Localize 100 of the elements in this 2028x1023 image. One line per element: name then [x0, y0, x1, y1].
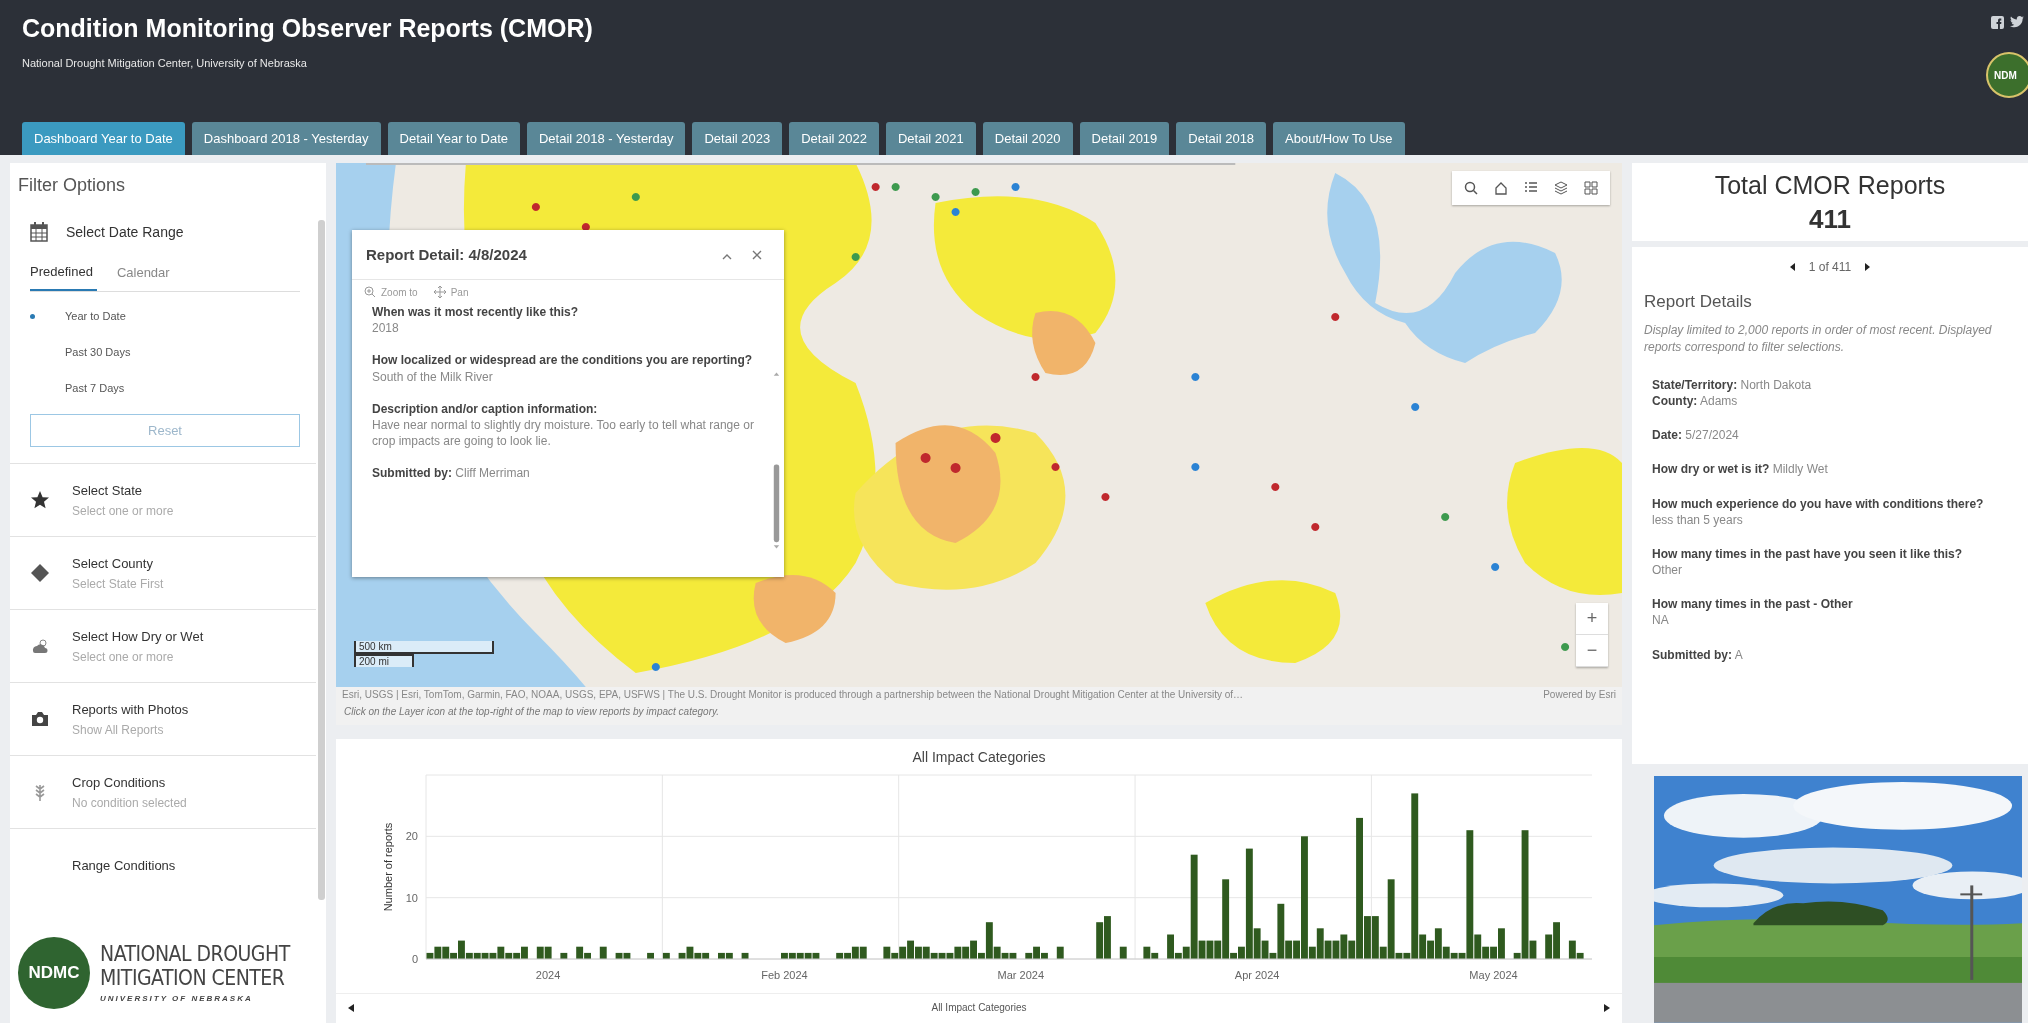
chart-bar[interactable]	[1230, 952, 1237, 959]
chart-bar[interactable]	[1513, 952, 1521, 959]
chart-bar[interactable]	[560, 952, 568, 959]
chart-bar[interactable]	[804, 952, 812, 959]
chart-bar[interactable]	[899, 946, 907, 959]
list-icon[interactable]	[1524, 181, 1538, 195]
chart-bar[interactable]	[678, 952, 686, 959]
chart-bar[interactable]	[662, 952, 670, 959]
tab[interactable]: About/How To Use	[1273, 122, 1405, 155]
chart-bar[interactable]	[1371, 916, 1379, 959]
facebook-icon[interactable]	[1991, 16, 2004, 29]
chart-bar[interactable]	[796, 952, 804, 959]
chart-bar[interactable]	[584, 952, 591, 959]
tab[interactable]: Detail 2021	[886, 122, 976, 155]
chart-bar[interactable]	[851, 946, 859, 959]
search-icon[interactable]	[1464, 181, 1478, 195]
chart-bar[interactable]	[859, 946, 867, 959]
chart-bar[interactable]	[702, 952, 710, 959]
chart-bar[interactable]	[844, 952, 851, 959]
chart-bar[interactable]	[1119, 946, 1127, 959]
chart-bar[interactable]	[836, 952, 844, 959]
chart-bar[interactable]	[1190, 854, 1198, 959]
chart-bar[interactable]	[1427, 940, 1434, 959]
chart-bar[interactable]	[1450, 952, 1458, 959]
right-arrow-icon[interactable]	[1865, 263, 1871, 271]
chart-bar[interactable]	[473, 952, 481, 959]
pan-button[interactable]: Pan	[433, 286, 469, 298]
left-arrow-icon[interactable]	[348, 1004, 354, 1012]
chart-bar[interactable]	[1379, 946, 1387, 959]
chart-bar[interactable]	[1245, 848, 1253, 959]
chart-bar[interactable]	[962, 946, 970, 959]
chart-bar[interactable]	[623, 952, 631, 959]
chart-bar[interactable]	[1001, 952, 1009, 959]
chart-bar[interactable]	[599, 946, 607, 959]
close-icon[interactable]	[752, 249, 762, 260]
chart-bar[interactable]	[788, 952, 796, 959]
chart-bar[interactable]	[489, 952, 497, 959]
tab[interactable]: Detail 2018 - Yesterday	[527, 122, 686, 155]
scrollbar[interactable]	[318, 220, 325, 900]
chart-bar[interactable]	[1568, 940, 1576, 959]
chart-bar[interactable]	[1403, 952, 1411, 959]
chart-bar[interactable]	[1545, 934, 1553, 959]
chart-bar[interactable]	[1222, 879, 1230, 959]
filter-label[interactable]: Select State	[72, 482, 174, 498]
chart-bar[interactable]	[1151, 952, 1159, 959]
chart-bar[interactable]	[891, 952, 899, 959]
filter-label[interactable]: Reports with Photos	[72, 701, 189, 717]
tab[interactable]: Detail 2018	[1176, 122, 1267, 155]
chart-bar[interactable]	[1253, 928, 1261, 959]
move-icon[interactable]	[433, 286, 446, 298]
chart-bar[interactable]	[450, 952, 457, 959]
chart-bar[interactable]	[1198, 940, 1206, 959]
chart-bar[interactable]	[1096, 922, 1104, 959]
powered-by-link[interactable]: Powered by Esri	[1543, 689, 1616, 700]
tab[interactable]: Detail Year to Date	[387, 122, 520, 155]
reset-button[interactable]: Reset	[30, 414, 300, 447]
chart-bar[interactable]	[505, 952, 513, 959]
chart-bar[interactable]	[1434, 928, 1442, 959]
option-item[interactable]: Year to Date	[65, 310, 126, 322]
left-arrow-icon[interactable]	[1789, 263, 1795, 271]
zoom-in-button[interactable]: +	[1576, 603, 1608, 635]
chart-bar[interactable]	[1025, 952, 1033, 959]
chart-bar[interactable]	[481, 952, 489, 959]
chart-bar[interactable]	[465, 952, 473, 959]
chart-bar[interactable]	[1041, 952, 1048, 959]
tab[interactable]: Calendar	[116, 260, 174, 291]
tab[interactable]: Dashboard 2018 - Yesterday	[191, 122, 381, 155]
chart-bar[interactable]	[946, 952, 954, 959]
chart-bar[interactable]	[954, 946, 962, 959]
chart-bar[interactable]	[426, 952, 434, 959]
chart-bar[interactable]	[1285, 940, 1293, 959]
chart-bar[interactable]	[1206, 940, 1214, 959]
chart-bar[interactable]	[930, 952, 938, 959]
chart-bar[interactable]	[1474, 934, 1482, 959]
chart-bar[interactable]	[1167, 934, 1174, 959]
home-icon[interactable]	[1494, 181, 1508, 195]
chart-bar[interactable]	[536, 946, 544, 959]
chart-bar[interactable]	[513, 952, 521, 959]
zoom-in-icon[interactable]	[364, 286, 376, 298]
chart-bar[interactable]	[1238, 946, 1245, 959]
chart-bar[interactable]	[1521, 830, 1529, 959]
chart-bar[interactable]	[442, 946, 450, 959]
layers-icon[interactable]	[1554, 181, 1568, 195]
chart-bar[interactable]	[1308, 946, 1316, 959]
chart-bar[interactable]	[1387, 879, 1395, 959]
bird-icon[interactable]	[2010, 16, 2024, 28]
grid-icon[interactable]	[1584, 181, 1598, 195]
chart-bar[interactable]	[985, 922, 993, 959]
chart-tab-label[interactable]: All Impact Categories	[931, 1002, 1027, 1013]
chart-bar[interactable]	[1419, 934, 1427, 959]
chart-bar[interactable]	[1214, 940, 1222, 959]
filter-label[interactable]: Range Conditions	[72, 857, 176, 873]
chart-bar[interactable]	[1009, 952, 1017, 959]
chart-bar[interactable]	[576, 946, 584, 959]
filter-label[interactable]: Select County	[72, 555, 164, 571]
chart-bar[interactable]	[812, 952, 820, 959]
chart-bar[interactable]	[741, 952, 749, 959]
chart-bar[interactable]	[1340, 934, 1348, 959]
chart-bar[interactable]	[1576, 952, 1584, 959]
chart-bar[interactable]	[938, 952, 946, 959]
